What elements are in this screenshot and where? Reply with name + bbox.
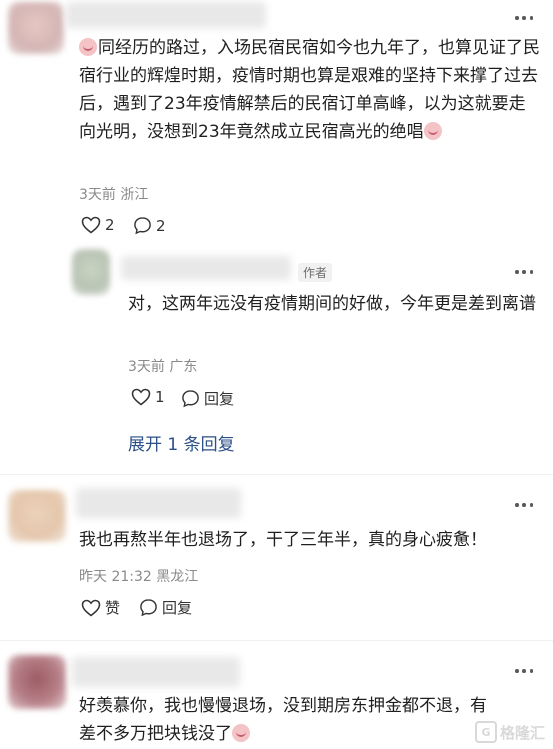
username[interactable] xyxy=(76,488,241,518)
comment-text: 我也再熬半年也退场了，干了三年半，真的身心疲惫！ xyxy=(79,530,487,550)
username[interactable] xyxy=(72,657,240,687)
reply-location: 广东 xyxy=(169,359,198,375)
comment-location: 浙江 xyxy=(120,187,149,203)
comment-icon xyxy=(140,599,157,617)
divider xyxy=(0,474,553,475)
comment-icon xyxy=(134,217,151,235)
more-icon[interactable] xyxy=(515,15,533,21)
reply-count: 2 xyxy=(156,216,166,235)
reply-text: 对，这两年远没有疫情期间的好做，今年更是差到离谱 xyxy=(128,294,536,314)
more-icon[interactable] xyxy=(515,269,533,275)
like-button[interactable]: 赞 xyxy=(81,597,120,618)
watermark-text: 格隆汇 xyxy=(499,723,545,742)
reply-label: 回复 xyxy=(162,599,193,617)
username[interactable] xyxy=(66,2,266,28)
author-badge: 作者 xyxy=(298,263,333,282)
heart-icon xyxy=(131,388,151,406)
comment-text: 同经历的路过，入场民宿民宿如今也九年了，也算见证了民宿行业的辉煌时期，疫情时期也… xyxy=(79,38,540,142)
more-icon[interactable] xyxy=(515,502,533,508)
avatar[interactable] xyxy=(8,655,66,709)
avatar[interactable] xyxy=(8,2,64,54)
comment-time: 昨天 21:32 xyxy=(79,569,152,585)
reply-button[interactable]: 2 xyxy=(133,216,166,235)
comment-text-line: 好羡慕你，我也慢慢退场，没到期房东押金都不退，有 xyxy=(79,696,487,716)
reply-reply-button[interactable]: 回复 xyxy=(181,388,234,409)
author-avatar[interactable] xyxy=(72,249,110,295)
like-count: 2 xyxy=(105,216,115,234)
reply-meta: 3天前 广东 xyxy=(128,356,197,376)
heart-icon xyxy=(81,216,101,234)
reply-button[interactable]: 回复 xyxy=(139,597,192,618)
crying-emoji-icon xyxy=(232,724,250,742)
like-count: 1 xyxy=(155,388,165,406)
watermark: G 格隆汇 xyxy=(474,721,545,743)
reply-label: 回复 xyxy=(204,390,235,408)
comment-meta: 昨天 21:32 黑龙江 xyxy=(79,566,198,586)
more-icon[interactable] xyxy=(515,668,533,674)
reply-time: 3天前 xyxy=(128,359,165,375)
avatar[interactable] xyxy=(8,490,66,542)
comment-meta: 3天前 浙江 xyxy=(79,184,148,204)
crying-emoji-icon xyxy=(423,122,442,140)
reply-like-button[interactable]: 1 xyxy=(131,388,165,406)
expand-replies-link[interactable]: 展开 1 条回复 xyxy=(128,430,235,455)
watermark-logo-icon: G xyxy=(474,721,497,743)
like-button[interactable]: 2 xyxy=(81,216,115,234)
heart-icon xyxy=(81,599,101,616)
comment-icon xyxy=(182,390,199,408)
crying-emoji-icon xyxy=(79,38,97,56)
divider xyxy=(0,640,553,641)
like-label: 赞 xyxy=(105,599,121,617)
author-username[interactable] xyxy=(121,256,291,280)
comment-location: 黑龙江 xyxy=(156,569,199,585)
comment-time: 3天前 xyxy=(79,187,116,203)
